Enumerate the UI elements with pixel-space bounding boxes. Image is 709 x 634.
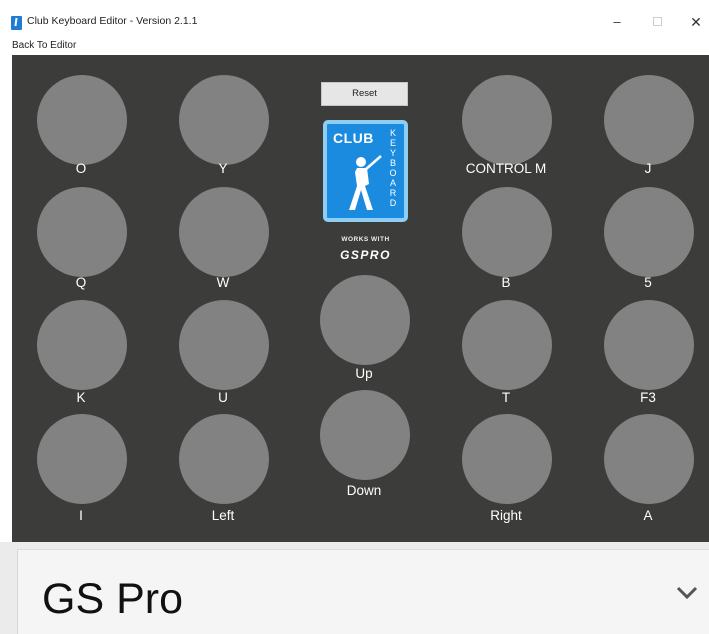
key-button-down[interactable]: [320, 390, 410, 480]
key-label-w: W: [216, 275, 230, 290]
key-label-o: O: [75, 161, 87, 176]
club-keyboard-logo: CLUB KEYBOARD: [323, 120, 408, 222]
key-label-i: I: [79, 508, 83, 523]
back-to-editor-link[interactable]: Back To Editor: [12, 40, 76, 51]
key-label-a: A: [643, 508, 653, 523]
key-label-f3: F3: [640, 390, 656, 405]
maximize-button[interactable]: [647, 12, 667, 32]
app-icon: [11, 16, 22, 30]
key-button-5[interactable]: [604, 187, 694, 277]
key-button-b[interactable]: [462, 187, 552, 277]
key-button-left[interactable]: [179, 414, 269, 504]
key-button-t[interactable]: [462, 300, 552, 390]
key-button-q[interactable]: [37, 187, 127, 277]
key-label-k: K: [76, 390, 86, 405]
key-button-j[interactable]: [604, 75, 694, 165]
key-label-up: Up: [355, 366, 373, 381]
key-label-b: B: [501, 275, 511, 290]
profile-select-value: GS Pro: [42, 575, 183, 623]
profile-select[interactable]: GS Pro: [17, 549, 709, 634]
key-label-y: Y: [218, 161, 228, 176]
key-button-control-m[interactable]: [462, 75, 552, 165]
key-label-5: 5: [644, 275, 652, 290]
key-button-y[interactable]: [179, 75, 269, 165]
key-label-t: T: [501, 390, 511, 405]
minimize-button[interactable]: –: [607, 12, 627, 32]
key-button-w[interactable]: [179, 187, 269, 277]
key-button-k[interactable]: [37, 300, 127, 390]
logo-club-text: CLUB: [333, 130, 374, 146]
key-label-u: U: [218, 390, 228, 405]
key-label-control-m: CONTROL M: [465, 161, 547, 176]
title-bar: Club Keyboard Editor - Version 2.1.1 – ✕: [0, 0, 709, 38]
works-with-text: WORKS WITH: [341, 236, 390, 243]
key-label-down: Down: [346, 483, 382, 498]
key-button-right[interactable]: [462, 414, 552, 504]
profile-bar: GS Pro: [0, 542, 709, 634]
key-button-f3[interactable]: [604, 300, 694, 390]
logo-keyboard-text: KEYBOARD: [389, 128, 397, 208]
golfer-icon: [349, 155, 382, 210]
key-label-right: Right: [490, 508, 522, 523]
reset-button[interactable]: Reset: [321, 82, 408, 106]
window-title: Club Keyboard Editor - Version 2.1.1: [27, 15, 198, 27]
key-label-left: Left: [211, 508, 235, 523]
maximize-icon: [652, 17, 662, 26]
chevron-down-icon[interactable]: [676, 586, 698, 600]
key-label-j: J: [644, 161, 652, 176]
key-button-u[interactable]: [179, 300, 269, 390]
key-button-o[interactable]: [37, 75, 127, 165]
key-button-a[interactable]: [604, 414, 694, 504]
key-button-i[interactable]: [37, 414, 127, 504]
gspro-logo-text: GSPRO: [340, 248, 391, 262]
key-label-q: Q: [75, 275, 87, 290]
key-button-up[interactable]: [320, 275, 410, 365]
close-button[interactable]: ✕: [686, 12, 706, 32]
